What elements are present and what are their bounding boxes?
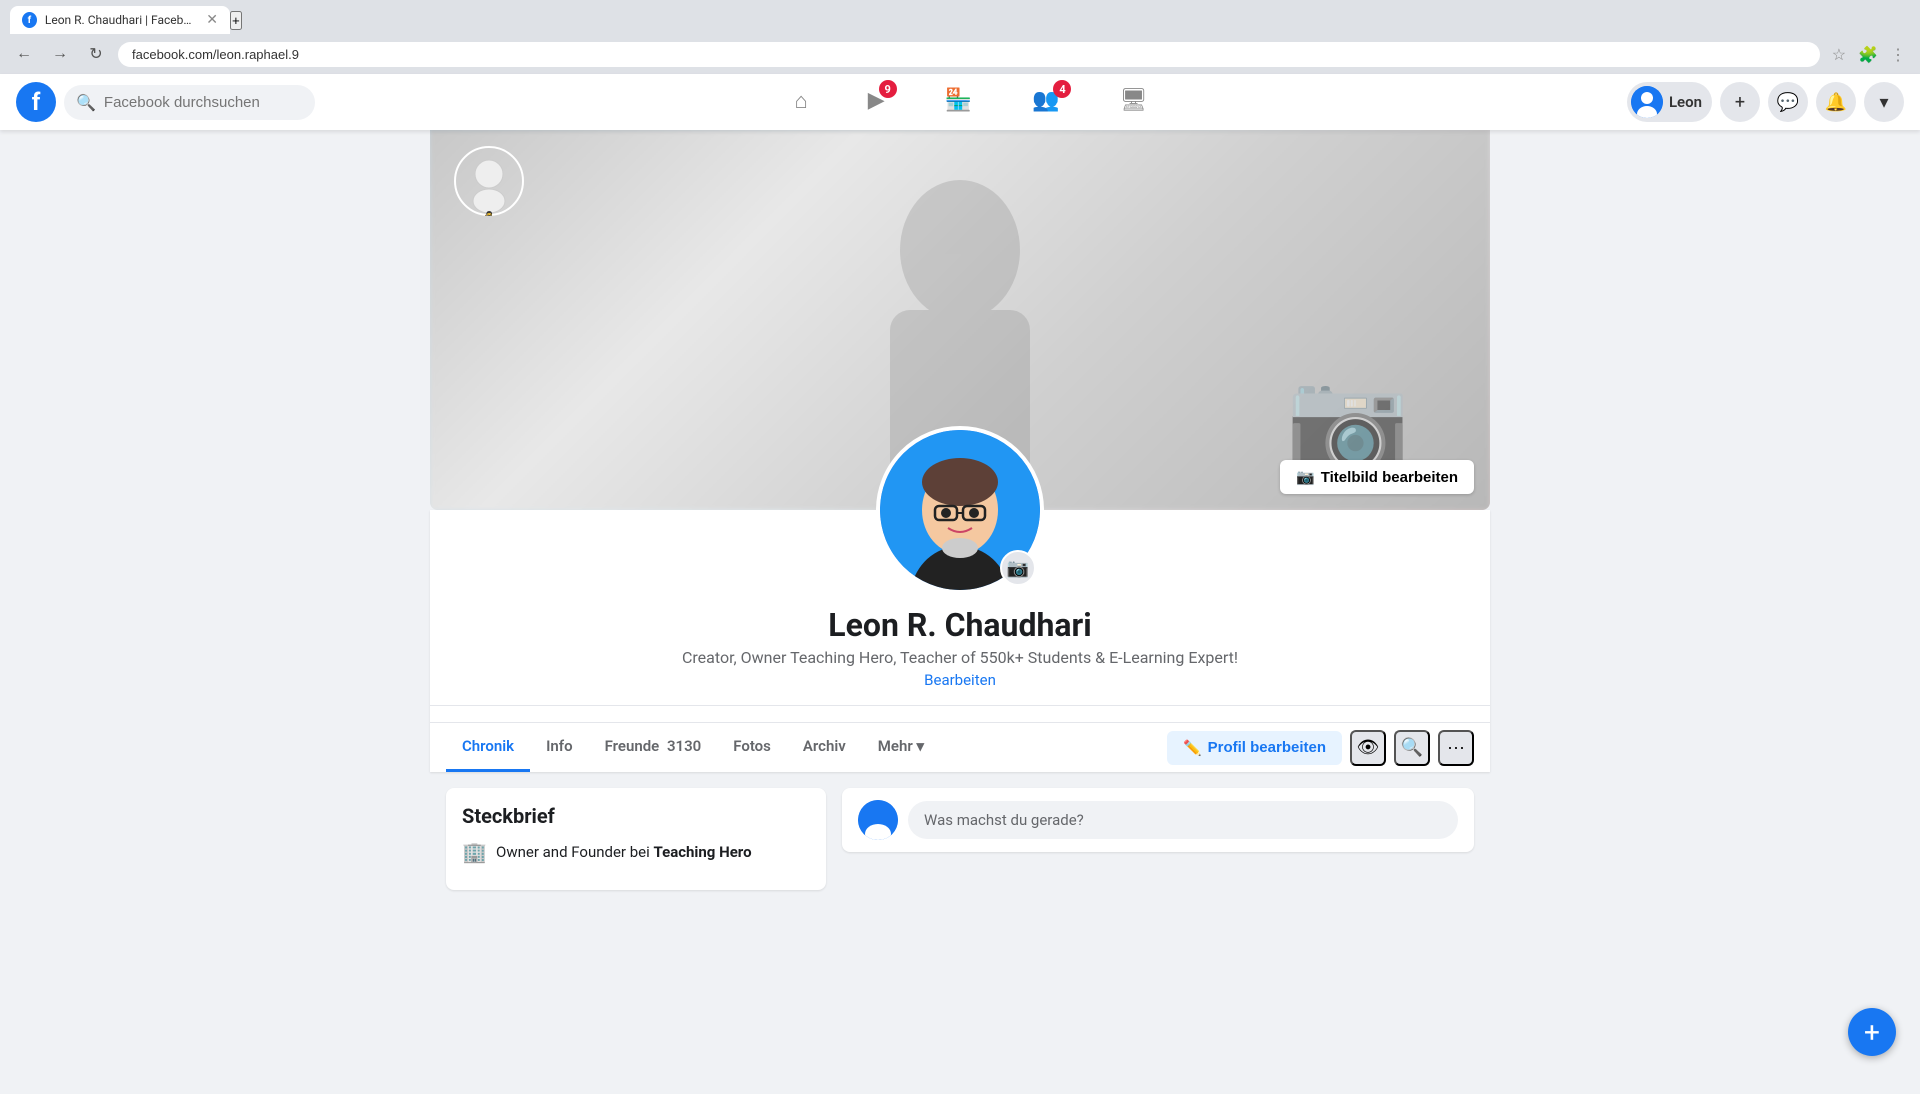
steckbrief-card: Steckbrief 🏢 Owner and Founder bei Teach… — [446, 788, 826, 890]
corner-logo: 🥷 — [454, 146, 524, 216]
nav-video[interactable]: ▶ 9 — [838, 74, 915, 130]
pencil-icon: ✏️ — [1183, 739, 1202, 757]
steckbrief-work-text: Owner and Founder bei Teaching Hero — [496, 843, 752, 861]
more-actions-button[interactable]: ··· — [1438, 730, 1474, 766]
more-dots-icon: ··· — [1447, 737, 1465, 758]
view-as-button[interactable]: 👁 — [1350, 730, 1386, 766]
profile-bio: Creator, Owner Teaching Hero, Teacher of… — [682, 648, 1238, 667]
home-icon: ⌂ — [794, 88, 807, 114]
search-input[interactable] — [104, 94, 303, 111]
search-profile-button[interactable]: 🔍 — [1394, 730, 1430, 766]
tab-chronik[interactable]: Chronik — [446, 723, 530, 772]
groups-badge: 4 — [1053, 80, 1071, 98]
browser-addressbar: ← → ↻ ☆ 🧩 ⋮ — [0, 34, 1920, 74]
menu-button[interactable]: ▾ — [1864, 82, 1904, 122]
messenger-icon: 💬 — [1777, 92, 1799, 113]
profile-name: Leon R. Chaudhari — [828, 606, 1091, 644]
svg-text:🥷: 🥷 — [484, 210, 494, 216]
notifications-icon: 🔔 — [1825, 92, 1847, 113]
edit-profile-button[interactable]: ✏️ Profil bearbeiten — [1167, 731, 1342, 765]
video-badge: 9 — [879, 80, 897, 98]
camera-icon: 📷 — [1296, 468, 1315, 486]
facebook-logo: f — [16, 82, 56, 122]
tab-archiv[interactable]: Archiv — [787, 723, 862, 772]
right-column: Was machst du gerade? — [842, 788, 1474, 890]
menu-chevron-icon: ▾ — [1879, 92, 1888, 113]
plus-icon: + — [1864, 1016, 1880, 1049]
main-nav: ⌂ ▶ 9 🏪 👥 4 🖥 — [323, 74, 1619, 130]
work-icon: 🏢 — [462, 840, 486, 864]
add-icon: + — [1735, 92, 1745, 113]
user-name-label: Leon — [1669, 93, 1702, 111]
back-button[interactable]: ← — [10, 40, 38, 68]
steckbrief-work-item: 🏢 Owner and Founder bei Teaching Hero — [462, 840, 810, 864]
profile-action-buttons: ✏️ Profil bearbeiten 👁 🔍 ··· — [1167, 730, 1474, 766]
friends-count: 3130 — [667, 737, 701, 755]
post-input[interactable]: Was machst du gerade? — [908, 801, 1458, 839]
header-right: Leon + 💬 🔔 ▾ — [1627, 82, 1904, 122]
facebook-header: f 🔍 ⌂ ▶ 9 🏪 👥 4 🖥 — [0, 74, 1920, 130]
mehr-dropdown-icon: ▾ — [916, 737, 924, 755]
notifications-button[interactable]: 🔔 — [1816, 82, 1856, 122]
nav-gaming[interactable]: 🖥 — [1089, 74, 1177, 130]
search-profile-icon: 🔍 — [1401, 737, 1423, 758]
marketplace-icon: 🏪 — [945, 88, 972, 113]
floating-add-button[interactable]: + — [1848, 1008, 1896, 1056]
tab-title: Leon R. Chaudhari | Facebook — [45, 13, 192, 27]
browser-tabs: f Leon R. Chaudhari | Facebook ✕ + — [0, 0, 1920, 34]
camera-small-icon: 📷 — [1007, 558, 1029, 579]
steckbrief-title: Steckbrief — [462, 804, 810, 828]
profile-page: 📷 🥷 📷 Titelbild bearbeiten — [0, 130, 1920, 1094]
profile-content: Steckbrief 🏢 Owner and Founder bei Teach… — [430, 788, 1490, 890]
profile-tabs: Chronik Info Freunde 3130 Fotos Archiv M… — [430, 722, 1490, 772]
forward-button[interactable]: → — [46, 40, 74, 68]
tab-fotos[interactable]: Fotos — [717, 723, 787, 772]
cover-photo-edit-button[interactable]: 📷 Titelbild bearbeiten — [1280, 460, 1474, 494]
nav-home[interactable]: ⌂ — [764, 74, 837, 130]
eye-icon: 👁 — [1357, 737, 1380, 758]
tab-info[interactable]: Info — [530, 723, 589, 772]
tab-mehr[interactable]: Mehr ▾ — [862, 723, 940, 772]
extensions-icon[interactable]: 🧩 — [1858, 45, 1878, 64]
add-button[interactable]: + — [1720, 82, 1760, 122]
profile-identity: 📷 Leon R. Chaudhari Creator, Owner Teach… — [430, 510, 1490, 772]
url-bar[interactable] — [118, 42, 1820, 67]
tab-close-button[interactable]: ✕ — [206, 12, 218, 28]
tab-favicon: f — [22, 12, 37, 28]
messenger-button[interactable]: 💬 — [1768, 82, 1808, 122]
bio-edit-link[interactable]: Bearbeiten — [924, 671, 996, 689]
avatar-camera-button[interactable]: 📷 — [1000, 550, 1036, 586]
active-tab[interactable]: f Leon R. Chaudhari | Facebook ✕ — [10, 6, 230, 34]
user-menu-button[interactable]: Leon — [1627, 82, 1712, 122]
avatar-container: 📷 — [876, 426, 1044, 594]
browser-actions: ☆ 🧩 ⋮ — [1828, 45, 1910, 64]
search-bar[interactable]: 🔍 — [64, 85, 315, 120]
gaming-icon: 🖥 — [1119, 88, 1147, 113]
refresh-button[interactable]: ↻ — [82, 40, 110, 68]
nav-marketplace[interactable]: 🏪 — [915, 74, 1002, 130]
search-icon: 🔍 — [76, 93, 96, 112]
profile-header-section: 📷 Leon R. Chaudhari Creator, Owner Teach… — [430, 510, 1490, 772]
left-column: Steckbrief 🏢 Owner and Founder bei Teach… — [446, 788, 826, 890]
divider — [430, 705, 1490, 706]
composer-avatar — [858, 800, 898, 840]
tab-freunde[interactable]: Freunde 3130 — [589, 723, 718, 772]
user-avatar — [1631, 86, 1663, 118]
browser-chrome: f Leon R. Chaudhari | Facebook ✕ + ← → ↻… — [0, 0, 1920, 74]
company-name: Teaching Hero — [653, 843, 751, 861]
nav-groups[interactable]: 👥 4 — [1002, 74, 1089, 130]
bookmark-icon[interactable]: ☆ — [1832, 45, 1846, 64]
browser-menu-icon[interactable]: ⋮ — [1890, 45, 1906, 64]
post-composer: Was machst du gerade? — [842, 788, 1474, 852]
new-tab-button[interactable]: + — [230, 11, 242, 30]
